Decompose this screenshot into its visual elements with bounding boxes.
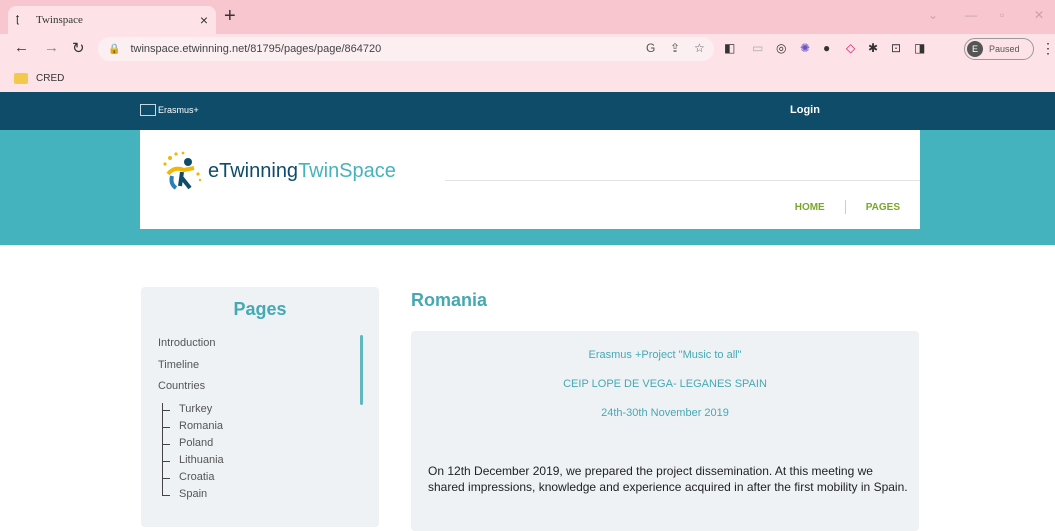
site-top-bar: Erasmus+ Login — [0, 92, 1055, 130]
sidebar-item-croatia[interactable]: Croatia — [179, 471, 214, 483]
browser-tab-bar: ʈ Twinspace × + ⌄ — ▫ ✕ — [0, 0, 1055, 34]
extensions-puzzle-icon[interactable]: ✱ — [868, 41, 878, 55]
back-icon[interactable]: ← — [14, 39, 29, 56]
sidebar-item-turkey[interactable]: Turkey — [179, 403, 212, 415]
close-tab-icon[interactable]: × — [200, 12, 208, 28]
school-name: CEIP LOPE DE VEGA- LEGANES SPAIN — [563, 378, 767, 390]
url-text: twinspace.etwinning.net/81795/pages/page… — [130, 43, 382, 55]
sidebar-item-introduction[interactable]: Introduction — [158, 337, 215, 349]
reload-icon[interactable]: ↻ — [72, 39, 85, 57]
extension-4-icon[interactable]: ✺ — [800, 41, 810, 55]
main-nav: HOME PAGES — [775, 200, 900, 214]
page-title: Romania — [411, 290, 488, 310]
share-icon[interactable]: ⇪ — [670, 41, 680, 55]
address-bar[interactable]: 🔒 twinspace.etwinning.net/81795/pages/pa… — [98, 37, 714, 61]
erasmus-label: Erasmus+ — [158, 105, 199, 115]
nav-pages[interactable]: PAGES — [846, 202, 900, 213]
extension-1-icon[interactable]: ◧ — [724, 41, 735, 55]
project-title: Erasmus +Project "Music to all" — [588, 349, 742, 361]
folder-icon — [14, 72, 28, 84]
tree-tick — [162, 461, 170, 462]
sidebar-item-timeline[interactable]: Timeline — [158, 359, 199, 371]
new-tab-button[interactable]: + — [224, 5, 236, 28]
tree-tick — [162, 427, 170, 428]
dissemination-paragraph: On 12th December 2019, we prepared the p… — [428, 464, 908, 494]
logo-twinspace: TwinSpace — [298, 160, 396, 182]
pages-sidebar: Pages Introduction Timeline Countries Tu… — [141, 287, 379, 527]
tree-tick — [162, 495, 170, 496]
etwinning-logo-icon[interactable] — [160, 150, 202, 192]
browser-menu-icon[interactable]: ⋮ — [1041, 40, 1055, 57]
sidebar-item-romania[interactable]: Romania — [179, 420, 223, 432]
sidebar-heading: Pages — [233, 299, 287, 319]
sidebar-item-countries[interactable]: Countries — [158, 380, 205, 392]
tree-tick — [162, 444, 170, 445]
content-panel: Erasmus +Project "Music to all" CEIP LOP… — [411, 331, 919, 531]
minimize-icon[interactable]: — — [965, 8, 977, 22]
header-card: eTwinningTwinSpace HOME PAGES — [140, 130, 920, 229]
extension-2-icon[interactable]: ▭ — [752, 41, 763, 55]
erasmus-logo[interactable]: Erasmus+ — [140, 104, 199, 116]
bookmarks-bar: CRED — [0, 64, 1055, 92]
close-window-icon[interactable]: ✕ — [1034, 8, 1044, 22]
tree-tick — [162, 410, 170, 411]
login-link[interactable]: Login — [790, 104, 820, 116]
google-lens-icon[interactable]: G — [646, 41, 655, 55]
tree-tick — [162, 478, 170, 479]
sidebar-scrollbar[interactable] — [360, 335, 363, 405]
profile-status: Paused — [989, 44, 1020, 54]
tab-title: Twinspace — [36, 14, 83, 26]
browser-tab[interactable]: ʈ Twinspace × — [8, 6, 216, 34]
forward-icon[interactable]: → — [44, 39, 59, 56]
profile-button[interactable]: E Paused — [964, 38, 1034, 60]
maximize-icon[interactable]: ▫ — [1000, 8, 1004, 22]
extension-6-icon[interactable]: ◇ — [846, 41, 855, 55]
nav-home[interactable]: HOME — [775, 202, 845, 213]
sidebar-item-poland[interactable]: Poland — [179, 437, 213, 449]
address-row: ← → ↻ 🔒 twinspace.etwinning.net/81795/pa… — [0, 34, 1055, 64]
logo-wordmark[interactable]: eTwinningTwinSpace — [208, 160, 396, 183]
header-divider — [445, 180, 920, 181]
extension-3-icon[interactable]: ◎ — [776, 41, 786, 55]
eu-flag-icon — [140, 104, 156, 116]
sidebar-item-spain[interactable]: Spain — [179, 488, 207, 500]
side-panel-icon[interactable]: ◨ — [914, 41, 925, 55]
avatar: E — [967, 41, 983, 57]
tab-search-icon[interactable]: ⌄ — [928, 8, 938, 22]
tree-line — [162, 403, 163, 495]
mobility-dates: 24th-30th November 2019 — [601, 407, 729, 419]
logo-etwinning: eTwinning — [208, 160, 299, 182]
bookmark-cred[interactable]: CRED — [36, 73, 64, 84]
cast-icon[interactable]: ⊡ — [891, 41, 901, 55]
twinspace-favicon-icon: ʈ — [16, 13, 20, 25]
bookmark-star-icon[interactable]: ☆ — [694, 41, 705, 55]
extension-5-icon[interactable]: ● — [823, 41, 830, 55]
sidebar-item-lithuania[interactable]: Lithuania — [179, 454, 224, 466]
lock-icon[interactable]: 🔒 — [108, 44, 120, 55]
site-banner: eTwinningTwinSpace HOME PAGES — [0, 130, 1055, 245]
